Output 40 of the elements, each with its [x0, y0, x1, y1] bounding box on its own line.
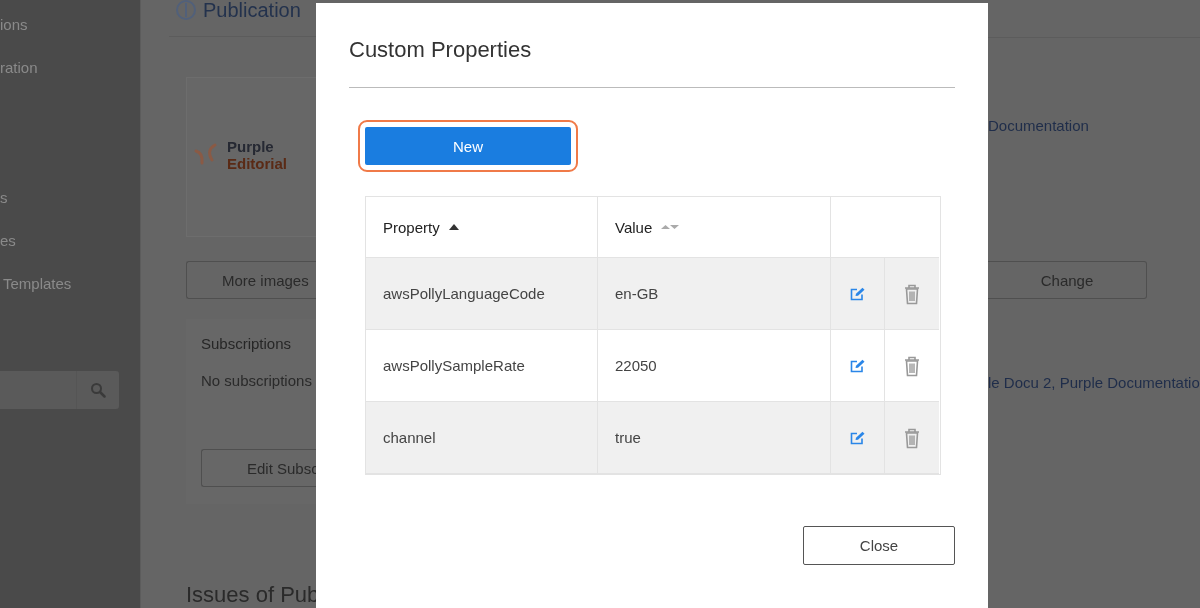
sidebar-item[interactable]: es: [0, 231, 16, 251]
new-button[interactable]: New: [358, 120, 578, 172]
sidebar-item[interactable]: Templates: [0, 274, 72, 294]
logo-text: Editorial: [227, 155, 287, 172]
sidebar-item[interactable]: ions: [0, 15, 28, 35]
edit-button[interactable]: [849, 286, 866, 301]
link[interactable]: le Docu 2, Purple Documentatio: [988, 374, 1200, 391]
sidebar-item[interactable]: s: [0, 188, 8, 208]
table-cell: channel: [366, 402, 598, 474]
delete-button[interactable]: [903, 354, 921, 377]
dialog-title: Custom Properties: [349, 37, 532, 63]
edit-icon: [849, 286, 866, 301]
sidebar-item[interactable]: ration: [0, 58, 38, 78]
search-field[interactable]: [0, 371, 119, 409]
table-cell: awsPollyLanguageCode: [366, 258, 598, 330]
header-label: Value: [615, 218, 653, 236]
trash-icon: [903, 354, 921, 377]
close-button[interactable]: Close: [803, 526, 955, 565]
search-icon: [90, 382, 106, 398]
edit-button[interactable]: [849, 430, 866, 445]
table-cell: awsPollySampleRate: [366, 330, 598, 402]
edit-icon: [849, 430, 866, 445]
change-button[interactable]: Change: [988, 261, 1147, 299]
link[interactable]: Documentation: [988, 117, 1089, 134]
trash-icon: [903, 426, 921, 449]
sort-ascending-icon: [447, 222, 460, 232]
table-cell: true: [598, 402, 831, 474]
empty-text: No subscriptions: [201, 372, 313, 389]
edit-icon: [849, 358, 866, 373]
logo-text: Purple: [227, 138, 275, 155]
sort-icon: [660, 222, 681, 232]
panel-title: Subscriptions: [201, 335, 293, 352]
delete-button[interactable]: [903, 282, 921, 305]
edit-button[interactable]: [849, 358, 866, 373]
table-cell: 22050: [598, 330, 831, 402]
trash-icon: [903, 282, 921, 305]
header-label: Property: [383, 218, 440, 236]
page-title: Publication: [203, 0, 301, 20]
table-cell: en-GB: [598, 258, 831, 330]
delete-button[interactable]: [903, 426, 921, 449]
